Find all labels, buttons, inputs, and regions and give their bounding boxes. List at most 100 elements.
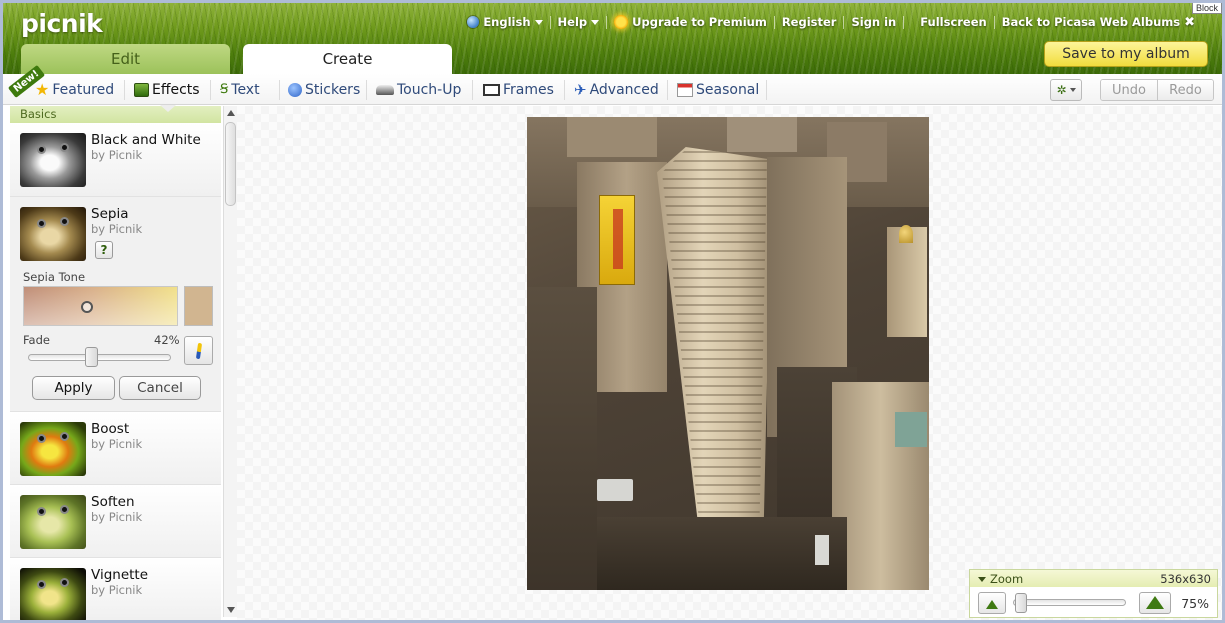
collapse-triangle-icon: [978, 576, 986, 582]
frog-eye: [37, 507, 46, 516]
photo-canvas[interactable]: [237, 106, 1222, 620]
undo-redo-group: Undo Redo: [1100, 79, 1214, 101]
zoom-header[interactable]: Zoom 536x630: [970, 570, 1217, 587]
tab-text-label: Text: [231, 81, 260, 98]
upgrade-link[interactable]: Upgrade to Premium: [607, 15, 774, 29]
photo-green-roof: [895, 412, 927, 447]
block-badge: Block: [1191, 3, 1222, 14]
toolbar-divider: [279, 80, 280, 100]
scroll-down-arrow-icon[interactable]: [227, 607, 235, 613]
zoom-slider-thumb[interactable]: [1015, 593, 1027, 613]
sign-in-link[interactable]: Sign in: [844, 15, 903, 29]
tab-seasonal[interactable]: Seasonal: [677, 74, 759, 105]
help-label: Help: [557, 15, 588, 29]
zoom-slider-track[interactable]: [1013, 599, 1126, 606]
sidebar-scrollbar[interactable]: [223, 106, 237, 617]
top-nav: English Help Upgrade to Premium Register…: [460, 14, 1202, 30]
tab-create[interactable]: Create: [243, 44, 452, 74]
tab-featured-label: Featured: [52, 81, 115, 98]
active-tab-pointer: [160, 105, 176, 112]
scrollbar-thumb[interactable]: [225, 122, 236, 206]
effect-black-and-white[interactable]: Black and White by Picnik: [10, 123, 221, 197]
chevron-down-icon: [1069, 88, 1076, 92]
zoom-out-button[interactable]: [978, 592, 1006, 614]
tab-frames[interactable]: Frames: [483, 74, 554, 105]
tab-touch-up[interactable]: Touch-Up: [376, 74, 461, 105]
effect-soften[interactable]: Soften by Picnik: [10, 485, 221, 558]
tone-color-swatch[interactable]: [184, 286, 213, 326]
brush-icon: [195, 342, 202, 359]
image-dimensions: 536x630: [1160, 572, 1211, 586]
text-icon: Ꞩ: [220, 82, 229, 97]
effect-sepia[interactable]: Sepia by Picnik ? Sepia Tone Fade 42% Ap…: [10, 197, 221, 412]
photo-street: [527, 287, 597, 590]
picnik-logo[interactable]: picnik: [21, 9, 103, 38]
tab-seasonal-label: Seasonal: [696, 81, 760, 98]
redo-button[interactable]: Redo: [1157, 80, 1213, 100]
frog-eye: [37, 145, 46, 154]
fullscreen-link[interactable]: Fullscreen: [904, 15, 993, 29]
advanced-icon: ✈: [574, 80, 587, 99]
sun-icon: [614, 15, 629, 29]
tab-edit[interactable]: Edit: [21, 44, 230, 74]
toolbar-divider: [366, 80, 367, 100]
tab-effects-label: Effects: [152, 81, 200, 98]
language-label: English: [483, 15, 531, 29]
photo-flatiron-building[interactable]: [527, 117, 929, 590]
save-to-album-button[interactable]: Save to my album: [1044, 41, 1208, 67]
tab-effects[interactable]: Effects: [134, 74, 200, 105]
category-header-basics[interactable]: Basics: [10, 106, 221, 123]
effect-name: Boost: [91, 421, 130, 437]
apply-button[interactable]: Apply: [32, 376, 115, 400]
zoom-panel: Zoom 536x630 75%: [969, 569, 1218, 618]
help-menu[interactable]: Help: [551, 15, 607, 29]
photo-bus: [597, 479, 633, 501]
frog-eye: [37, 580, 46, 589]
stickers-icon: [288, 82, 302, 97]
tab-frames-label: Frames: [503, 81, 554, 98]
toolbar-divider: [564, 80, 565, 100]
language-menu[interactable]: English: [460, 15, 549, 29]
tab-featured[interactable]: ★ Featured: [35, 74, 114, 105]
effect-thumbnail: [20, 207, 86, 261]
mountain-small-icon: [986, 600, 998, 609]
zoom-label: Zoom: [990, 572, 1024, 586]
effects-icon: [134, 82, 149, 97]
tone-picker-handle[interactable]: [81, 301, 93, 313]
header: picnik English Help Upgrade to Premium R…: [3, 3, 1222, 74]
tab-advanced[interactable]: ✈ Advanced: [574, 74, 659, 105]
tab-text[interactable]: Ꞩ Text: [220, 74, 260, 105]
effect-boost[interactable]: Boost by Picnik: [10, 412, 221, 485]
zoom-title[interactable]: Zoom: [978, 572, 1023, 586]
back-to-picasa-link[interactable]: Back to Picasa Web Albums ✖: [995, 15, 1202, 30]
tab-advanced-label: Advanced: [589, 81, 659, 98]
tab-touch-up-label: Touch-Up: [397, 81, 462, 98]
gear-icon: ✲: [1056, 83, 1067, 97]
effect-author: by Picnik: [91, 583, 143, 597]
mountain-large-icon: [1146, 596, 1164, 609]
effects-toolbar: ★ Featured Effects Ꞩ Text Stickers Touch…: [3, 74, 1222, 105]
frog-eye: [37, 219, 46, 228]
fade-slider-track[interactable]: [28, 354, 171, 361]
fade-slider-thumb[interactable]: [85, 347, 98, 367]
zoom-in-button[interactable]: [1139, 592, 1171, 614]
toolbar-divider: [472, 80, 473, 100]
effect-name: Soften: [91, 494, 135, 510]
register-link[interactable]: Register: [775, 15, 844, 29]
effect-vignette[interactable]: Vignette by Picnik: [10, 558, 221, 620]
effect-name: Vignette: [91, 567, 149, 583]
effect-thumbnail: [20, 495, 86, 549]
photo-building: [727, 117, 797, 152]
tab-stickers[interactable]: Stickers: [288, 74, 360, 105]
frog-eye: [60, 143, 69, 152]
help-button[interactable]: ?: [95, 241, 113, 259]
effect-name: Black and White: [91, 132, 201, 148]
cancel-button[interactable]: Cancel: [119, 376, 201, 400]
settings-menu-button[interactable]: ✲: [1050, 79, 1082, 101]
undo-button[interactable]: Undo: [1101, 80, 1157, 100]
paint-brush-button[interactable]: [184, 336, 213, 365]
scroll-up-arrow-icon[interactable]: [227, 110, 235, 116]
zoom-percent: 75%: [1181, 596, 1209, 611]
sepia-tone-picker[interactable]: [23, 286, 178, 326]
frog-eye: [60, 217, 69, 226]
